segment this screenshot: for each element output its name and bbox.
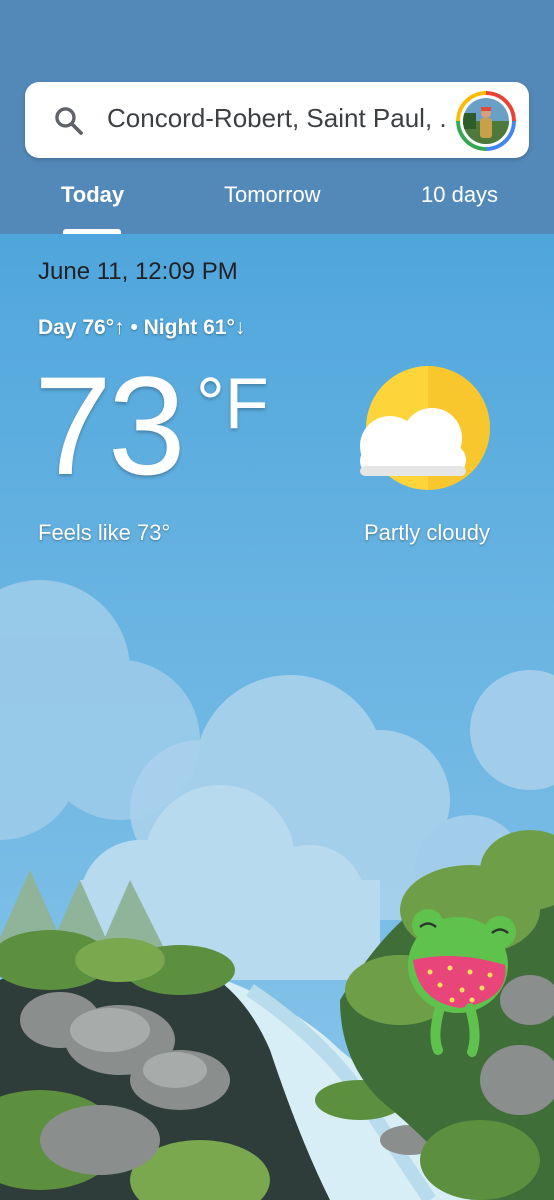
day-tabs: Today Tomorrow 10 days (0, 170, 554, 234)
landscape-illustration (0, 580, 554, 1200)
condition-text: Partly cloudy (364, 520, 490, 545)
current-temperature: 73 (34, 347, 186, 504)
feels-like: Feels like 73° (38, 520, 171, 545)
current-datetime: June 11, 12:09 PM (38, 258, 238, 285)
account-avatar[interactable] (456, 91, 516, 151)
weather-app: Concord-Robert, Saint Paul, ... Today To… (0, 0, 554, 1200)
day-night-temps: Day 76°↑ • Night 61°↓ (38, 316, 246, 339)
tab-tomorrow[interactable]: Tomorrow (224, 182, 321, 208)
partly-cloudy-icon (360, 366, 490, 490)
tab-10-days[interactable]: 10 days (421, 182, 498, 208)
search-icon[interactable] (52, 104, 86, 138)
tab-today[interactable]: Today (61, 182, 124, 208)
temperature-unit[interactable]: °F (196, 368, 269, 440)
location-text[interactable]: Concord-Robert, Saint Paul, ... (107, 103, 447, 134)
